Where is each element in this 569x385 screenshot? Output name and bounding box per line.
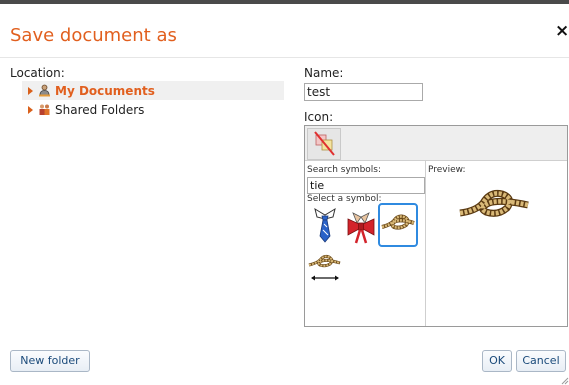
- dialog-title: Save document as: [10, 25, 177, 46]
- icon-picker-panel: Search symbols: tie Select a symbol: Pre…: [304, 125, 568, 327]
- preview-knot-icon: [459, 189, 529, 217]
- ok-button[interactable]: OK: [482, 350, 512, 372]
- rope-knot-symbol[interactable]: [378, 203, 418, 247]
- rope-knot-icon: [381, 214, 415, 230]
- tree-item-shared-folders[interactable]: Shared Folders: [22, 100, 284, 119]
- name-label: Name:: [304, 66, 344, 80]
- user-folder-icon: [39, 84, 50, 97]
- bow-tie-icon: [347, 212, 375, 244]
- untie-knot-symbol[interactable]: [307, 251, 343, 291]
- necktie-symbol[interactable]: [307, 205, 343, 245]
- select-symbol-label: Select a symbol:: [307, 194, 382, 204]
- bow-tie-symbol[interactable]: [343, 205, 379, 245]
- no-icon-button[interactable]: [307, 128, 341, 160]
- new-folder-button[interactable]: New folder: [10, 350, 90, 372]
- resize-grip-icon[interactable]: [561, 377, 569, 385]
- tree-item-label: Shared Folders: [55, 102, 145, 117]
- shared-folder-icon: [39, 104, 50, 115]
- name-input[interactable]: test: [304, 83, 423, 101]
- search-symbols-label: Search symbols:: [307, 165, 382, 175]
- necktie-icon: [314, 207, 336, 243]
- no-icon-icon: [314, 131, 335, 156]
- search-symbols-input[interactable]: tie: [307, 177, 425, 194]
- expand-arrow-icon[interactable]: [28, 105, 33, 114]
- close-icon[interactable]: ×: [555, 21, 569, 41]
- location-label: Location:: [10, 66, 65, 80]
- icon-label: Icon:: [304, 110, 334, 124]
- symbol-search-pane: Search symbols: tie Select a symbol:: [305, 161, 426, 326]
- tree-item-my-documents[interactable]: My Documents: [22, 81, 284, 100]
- icon-toolbar: [305, 126, 567, 161]
- preview-label: Preview:: [428, 165, 466, 175]
- window-top-edge: [0, 0, 569, 4]
- save-dialog: Save document as × Location: My Document…: [0, 4, 569, 385]
- preview-pane: Preview:: [426, 161, 567, 326]
- title-divider: [0, 57, 569, 58]
- tree-item-label: My Documents: [55, 83, 155, 98]
- expand-arrow-icon[interactable]: [28, 86, 33, 95]
- untie-knot-icon: [308, 254, 341, 281]
- cancel-button[interactable]: Cancel: [516, 350, 566, 372]
